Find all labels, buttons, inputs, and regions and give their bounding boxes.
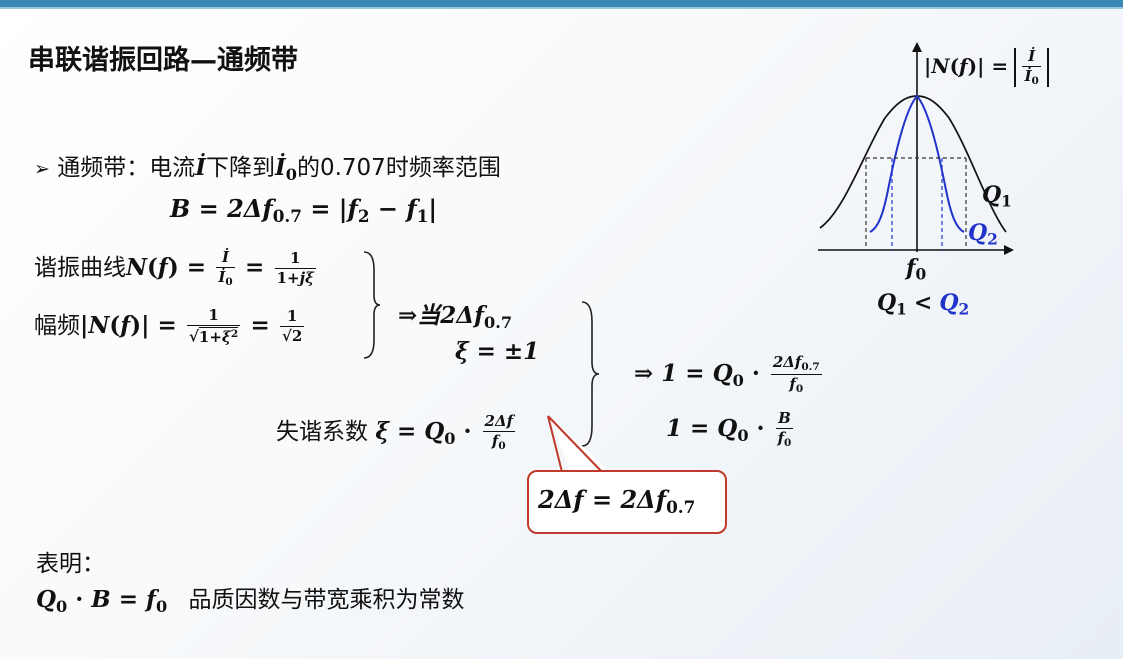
conclusion-line: Q0 · B = f0 品质因数与带宽乘积为常数 xyxy=(36,586,465,616)
abs-close: | xyxy=(428,194,438,223)
f1-sub: 1 xyxy=(416,206,429,227)
fraction-2df07-over-f0: 2Δf0.7 f0 xyxy=(770,353,822,396)
right-brace-1 xyxy=(363,251,381,359)
x-axis-arrow-icon xyxy=(1004,245,1014,255)
bullet-line: ➢ 通频带：电流İ下降到İ0的0.707时频率范围 xyxy=(34,148,501,184)
bullet-arrow-icon: ➢ xyxy=(34,158,50,180)
bullet-text-2: 下降到 xyxy=(206,155,275,181)
fraction-2df-over-f0: 2Δf f0 xyxy=(482,411,516,453)
current-zero-symbol: İ0 xyxy=(275,154,297,184)
bandwidth-rhs: = |f xyxy=(310,194,358,223)
callout-text: 2Δf = 2Δf0.7 xyxy=(538,485,695,517)
detuning-label: 失谐系数 xyxy=(276,419,368,445)
top-accent-line xyxy=(0,7,1123,9)
fraction-B-over-f0: Bf0 xyxy=(775,409,794,450)
f2-sub: 2 xyxy=(357,206,370,227)
callout-lhs: 2Δf = 2Δf xyxy=(538,485,667,514)
detuning-formula: 失谐系数 ξ = Q0 · 2Δf f0 xyxy=(276,411,516,453)
result-line-1: ⇒ 1 = Q0 · 2Δf0.7 f0 xyxy=(634,353,822,396)
condition-when-label: ⇒当2Δf xyxy=(398,302,485,329)
graph-q1-label: Q1 xyxy=(982,182,1012,211)
result-1-lhs: ⇒ 1 = Q xyxy=(634,360,733,388)
condition-when-sub: 0.7 xyxy=(484,312,513,332)
graph-f0-label: f0 xyxy=(906,255,927,284)
fraction-1-over-1pjxi: 1 1+jξ xyxy=(274,248,316,287)
bandwidth-lhs: B = 2Δf xyxy=(170,194,273,223)
resonance-formula: 谐振曲线N(f) = İ İ0 = 1 1+jξ xyxy=(34,247,316,289)
result-2-lhs: 1 = Q xyxy=(666,415,738,443)
conclusion-label: 表明： xyxy=(36,551,105,577)
callout-sub: 0.7 xyxy=(666,497,696,518)
xi-equals: ξ = ±1 xyxy=(455,338,540,365)
fraction-I-over-I0: İ İ0 xyxy=(216,247,235,289)
condition-when: ⇒当2Δf0.7 xyxy=(398,296,512,332)
amplitude-formula: 幅频|N(f)| = 1 √1+ξ2 = 1 √2 xyxy=(34,306,305,346)
resonance-label: 谐振曲线 xyxy=(34,255,126,281)
bandwidth-sub: 0.7 xyxy=(272,206,302,227)
conclusion-statement: 品质因数与带宽乘积为常数 xyxy=(188,587,465,613)
current-symbol: İ xyxy=(195,154,206,181)
fraction-1-over-sqrt: 1 √1+ξ2 xyxy=(187,306,241,346)
bullet-text-1: 通频带：电流 xyxy=(57,155,196,181)
comparison-symbol: < xyxy=(913,290,933,316)
result-line-2: 1 = Q0 · Bf0 xyxy=(666,409,794,450)
callout-pointer xyxy=(547,415,610,473)
y-axis-arrow-icon xyxy=(912,42,922,52)
bandwidth-formula: B = 2Δf0.7 = |f2 − f1| xyxy=(170,194,437,226)
bullet-text-3: 的0.707时频率范围 xyxy=(296,155,501,181)
curve-q1 xyxy=(819,95,1007,233)
amplitude-label: 幅频 xyxy=(34,313,80,339)
graph-q-comparison: Q1 < Q2 xyxy=(877,290,970,319)
fraction-1-over-sqrt2: 1 √2 xyxy=(280,306,305,345)
graph-title: |N(f)| = İ İ0 xyxy=(924,47,1049,88)
graph-q2-label: Q2 xyxy=(968,220,998,249)
top-accent-bar xyxy=(0,0,1123,7)
slide-title: 串联谐振回路—通频带 xyxy=(28,45,298,76)
bandwidth-rhs2: − f xyxy=(377,194,417,223)
curve-q2 xyxy=(869,94,965,233)
